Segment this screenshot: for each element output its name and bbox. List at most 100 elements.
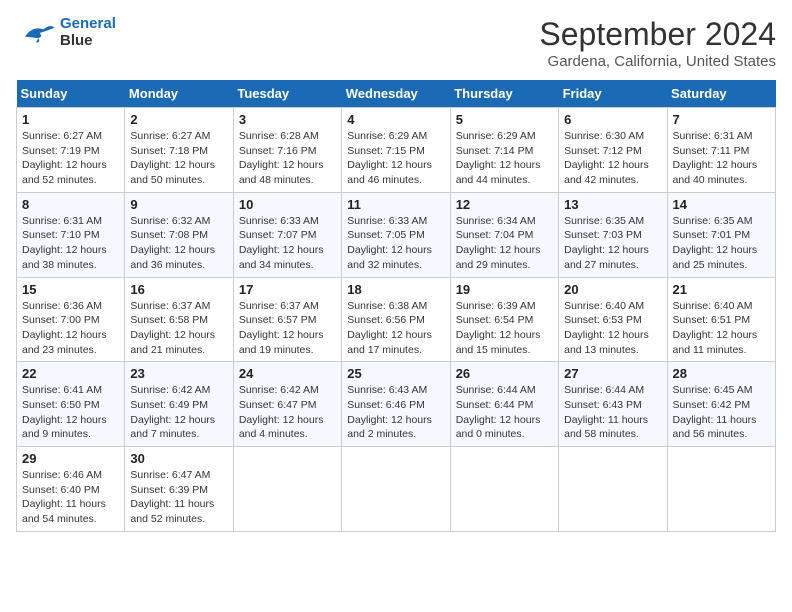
logo: General Blue [16,16,116,49]
day-info: Sunrise: 6:44 AM Sunset: 6:43 PM Dayligh… [564,383,661,442]
calendar-day-cell: 5 Sunrise: 6:29 AM Sunset: 7:14 PM Daylig… [450,108,558,193]
calendar-day-cell: 25 Sunrise: 6:43 AM Sunset: 6:46 PM Dayli… [342,362,450,447]
calendar-day-cell: 26 Sunrise: 6:44 AM Sunset: 6:44 PM Dayli… [450,362,558,447]
day-info: Sunrise: 6:30 AM Sunset: 7:12 PM Dayligh… [564,129,661,188]
day-info: Sunrise: 6:27 AM Sunset: 7:19 PM Dayligh… [22,129,119,188]
day-number: 4 [347,112,444,127]
day-info: Sunrise: 6:45 AM Sunset: 6:42 PM Dayligh… [673,383,770,442]
day-of-week-header: Sunday [17,80,125,108]
day-number: 9 [130,197,227,212]
day-number: 23 [130,366,227,381]
calendar-day-cell: 16 Sunrise: 6:37 AM Sunset: 6:58 PM Dayli… [125,277,233,362]
day-info: Sunrise: 6:37 AM Sunset: 6:57 PM Dayligh… [239,299,336,358]
calendar-day-cell [342,447,450,532]
day-number: 14 [673,197,770,212]
calendar-day-cell: 3 Sunrise: 6:28 AM Sunset: 7:16 PM Daylig… [233,108,341,193]
day-number: 12 [456,197,553,212]
day-number: 3 [239,112,336,127]
day-number: 30 [130,451,227,466]
day-of-week-header: Monday [125,80,233,108]
day-number: 13 [564,197,661,212]
day-info: Sunrise: 6:37 AM Sunset: 6:58 PM Dayligh… [130,299,227,358]
day-number: 8 [22,197,119,212]
logo-blue: Blue [60,32,93,49]
day-info: Sunrise: 6:41 AM Sunset: 6:50 PM Dayligh… [22,383,119,442]
calendar-week-row: 15Sunrise: 6:36 AM Sunset: 7:00 PM Dayli… [17,277,776,362]
calendar-table: SundayMondayTuesdayWednesdayThursdayFrid… [16,80,776,532]
day-number: 22 [22,366,119,381]
day-info: Sunrise: 6:40 AM Sunset: 6:51 PM Dayligh… [673,299,770,358]
day-number: 16 [130,282,227,297]
day-info: Sunrise: 6:47 AM Sunset: 6:39 PM Dayligh… [130,468,227,527]
day-info: Sunrise: 6:39 AM Sunset: 6:54 PM Dayligh… [456,299,553,358]
calendar-day-cell: 12 Sunrise: 6:34 AM Sunset: 7:04 PM Dayli… [450,192,558,277]
calendar-day-cell: 18 Sunrise: 6:38 AM Sunset: 6:56 PM Dayli… [342,277,450,362]
logo-general: General [60,15,116,32]
day-of-week-header: Tuesday [233,80,341,108]
calendar-day-cell: 28 Sunrise: 6:45 AM Sunset: 6:42 PM Dayli… [667,362,775,447]
day-info: Sunrise: 6:31 AM Sunset: 7:11 PM Dayligh… [673,129,770,188]
day-info: Sunrise: 6:34 AM Sunset: 7:04 PM Dayligh… [456,214,553,273]
calendar-day-cell: 6Sunrise: 6:30 AM Sunset: 7:12 PM Daylig… [559,108,667,193]
calendar-day-cell: 13 Sunrise: 6:35 AM Sunset: 7:03 PM Dayli… [559,192,667,277]
calendar-day-cell: 19 Sunrise: 6:39 AM Sunset: 6:54 PM Dayli… [450,277,558,362]
calendar-week-row: 22 Sunrise: 6:41 AM Sunset: 6:50 PM Dayli… [17,362,776,447]
day-of-week-header: Thursday [450,80,558,108]
day-number: 25 [347,366,444,381]
calendar-day-cell [667,447,775,532]
calendar-day-cell [450,447,558,532]
day-info: Sunrise: 6:46 AM Sunset: 6:40 PM Dayligh… [22,468,119,527]
day-info: Sunrise: 6:40 AM Sunset: 6:53 PM Dayligh… [564,299,661,358]
logo-icon [16,22,56,44]
calendar-week-row: 1 Sunrise: 6:27 AM Sunset: 7:19 PM Daylig… [17,108,776,193]
day-info: Sunrise: 6:42 AM Sunset: 6:49 PM Dayligh… [130,383,227,442]
calendar-day-cell: 9 Sunrise: 6:32 AM Sunset: 7:08 PM Daylig… [125,192,233,277]
title-block: September 2024 Gardena, California, Unit… [539,16,776,70]
day-info: Sunrise: 6:33 AM Sunset: 7:07 PM Dayligh… [239,214,336,273]
day-number: 1 [22,112,119,127]
calendar-day-cell: 20Sunrise: 6:40 AM Sunset: 6:53 PM Dayli… [559,277,667,362]
day-info: Sunrise: 6:43 AM Sunset: 6:46 PM Dayligh… [347,383,444,442]
day-info: Sunrise: 6:44 AM Sunset: 6:44 PM Dayligh… [456,383,553,442]
day-info: Sunrise: 6:29 AM Sunset: 7:14 PM Dayligh… [456,129,553,188]
page-title: September 2024 [539,16,776,53]
calendar-day-cell: 10 Sunrise: 6:33 AM Sunset: 7:07 PM Dayli… [233,192,341,277]
day-number: 19 [456,282,553,297]
calendar-day-cell: 14 Sunrise: 6:35 AM Sunset: 7:01 PM Dayli… [667,192,775,277]
calendar-day-cell: 21Sunrise: 6:40 AM Sunset: 6:51 PM Dayli… [667,277,775,362]
calendar-day-cell: 17 Sunrise: 6:37 AM Sunset: 6:57 PM Dayli… [233,277,341,362]
day-info: Sunrise: 6:33 AM Sunset: 7:05 PM Dayligh… [347,214,444,273]
day-info: Sunrise: 6:31 AM Sunset: 7:10 PM Dayligh… [22,214,119,273]
calendar-week-row: 29Sunrise: 6:46 AM Sunset: 6:40 PM Dayli… [17,447,776,532]
calendar-day-cell: 2 Sunrise: 6:27 AM Sunset: 7:18 PM Daylig… [125,108,233,193]
calendar-day-cell: 11 Sunrise: 6:33 AM Sunset: 7:05 PM Dayli… [342,192,450,277]
day-info: Sunrise: 6:35 AM Sunset: 7:03 PM Dayligh… [564,214,661,273]
calendar-header: SundayMondayTuesdayWednesdayThursdayFrid… [17,80,776,108]
day-number: 17 [239,282,336,297]
day-number: 11 [347,197,444,212]
day-of-week-header: Saturday [667,80,775,108]
day-number: 2 [130,112,227,127]
day-info: Sunrise: 6:38 AM Sunset: 6:56 PM Dayligh… [347,299,444,358]
day-number: 24 [239,366,336,381]
calendar-body: 1 Sunrise: 6:27 AM Sunset: 7:19 PM Daylig… [17,108,776,532]
day-of-week-header: Wednesday [342,80,450,108]
calendar-day-cell: 15Sunrise: 6:36 AM Sunset: 7:00 PM Dayli… [17,277,125,362]
day-info: Sunrise: 6:32 AM Sunset: 7:08 PM Dayligh… [130,214,227,273]
day-number: 28 [673,366,770,381]
page-subtitle: Gardena, California, United States [539,53,776,70]
day-number: 26 [456,366,553,381]
day-info: Sunrise: 6:35 AM Sunset: 7:01 PM Dayligh… [673,214,770,273]
calendar-day-cell: 4Sunrise: 6:29 AM Sunset: 7:15 PM Daylig… [342,108,450,193]
day-info: Sunrise: 6:27 AM Sunset: 7:18 PM Dayligh… [130,129,227,188]
calendar-day-cell: 27Sunrise: 6:44 AM Sunset: 6:43 PM Dayli… [559,362,667,447]
day-of-week-header: Friday [559,80,667,108]
day-info: Sunrise: 6:28 AM Sunset: 7:16 PM Dayligh… [239,129,336,188]
day-number: 5 [456,112,553,127]
day-number: 18 [347,282,444,297]
day-number: 15 [22,282,119,297]
page-header: General Blue September 2024 Gardena, Cal… [16,16,776,70]
day-number: 10 [239,197,336,212]
calendar-day-cell [233,447,341,532]
calendar-day-cell: 23 Sunrise: 6:42 AM Sunset: 6:49 PM Dayli… [125,362,233,447]
